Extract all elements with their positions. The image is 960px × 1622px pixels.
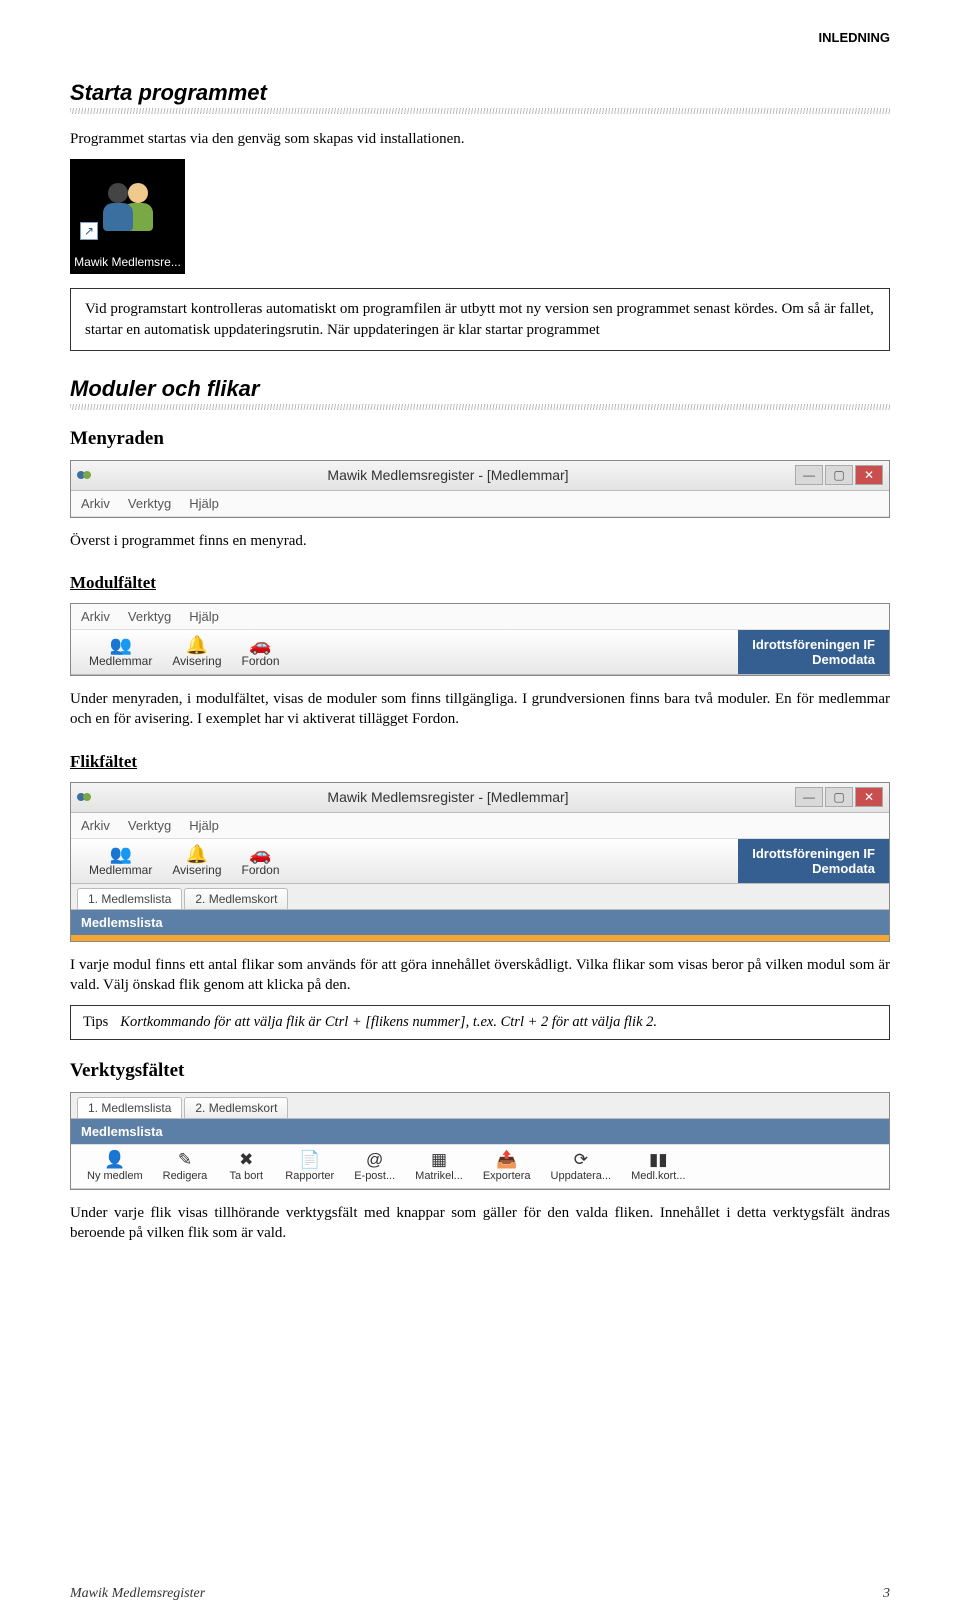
maximize-button[interactable]: ▢ <box>825 465 853 485</box>
window-title: Mawik Medlemsregister - [Medlemmar] <box>101 789 795 805</box>
module-medlemmar[interactable]: 👥Medlemmar <box>79 843 162 879</box>
tool-redigera[interactable]: ✎Redigera <box>153 1149 218 1184</box>
tips-box: Tips Kortkommando för att välja flik är … <box>70 1005 890 1040</box>
tab-title-banner: Medlemslista <box>71 1119 889 1144</box>
close-button[interactable]: ✕ <box>855 787 883 807</box>
bell-icon: 🔔 <box>186 845 208 863</box>
screenshot-modulfaltet: Arkiv Verktyg Hjälp 👥Medlemmar 🔔Aviserin… <box>70 603 890 676</box>
module-medlemmar[interactable]: 👥Medlemmar <box>79 634 162 670</box>
minimize-button[interactable]: — <box>795 465 823 485</box>
report-icon: 📄 <box>299 1151 320 1170</box>
module-fordon[interactable]: 🚗Fordon <box>232 843 290 879</box>
tab-medlemslista[interactable]: 1. Medlemslista <box>77 1097 182 1118</box>
maximize-button[interactable]: ▢ <box>825 787 853 807</box>
screenshot-flikfaltet: Mawik Medlemsregister - [Medlemmar] — ▢ … <box>70 782 890 942</box>
caption-modulfaltet: Under menyraden, i modulfältet, visas de… <box>70 689 890 730</box>
heading-flikfaltet: Flikfältet <box>70 752 890 772</box>
section-divider <box>70 404 890 410</box>
menu-hjalp[interactable]: Hjälp <box>189 496 219 511</box>
tool-ny-medlem[interactable]: 👤Ny medlem <box>77 1149 153 1184</box>
intro-text: Programmet startas via den genväg som sk… <box>70 129 890 149</box>
section-title-starta: Starta programmet <box>70 80 890 106</box>
tool-matrikel[interactable]: ▦Matrikel... <box>405 1149 473 1184</box>
menu-arkiv[interactable]: Arkiv <box>81 609 110 624</box>
tool-exportera[interactable]: 📤Exportera <box>473 1149 541 1184</box>
caption-flikfaltet: I varje modul finns ett antal flikar som… <box>70 955 890 996</box>
app-icon <box>77 466 95 484</box>
page-number: 3 <box>883 1586 890 1602</box>
car-icon: 🚗 <box>249 636 271 654</box>
grid-icon: ▦ <box>431 1151 447 1170</box>
orange-divider <box>71 935 889 941</box>
module-avisering[interactable]: 🔔Avisering <box>162 843 231 879</box>
menu-verktyg[interactable]: Verktyg <box>128 609 171 624</box>
tab-title-banner: Medlemslista <box>71 910 889 935</box>
edit-icon: ✎ <box>178 1151 192 1170</box>
refresh-icon: ⟳ <box>574 1151 588 1170</box>
info-box-programstart: Vid programstart kontrolleras automatisk… <box>70 288 890 351</box>
menu-verktyg[interactable]: Verktyg <box>128 818 171 833</box>
people-icon: 👥 <box>109 636 131 654</box>
tab-medlemslista[interactable]: 1. Medlemslista <box>77 888 182 909</box>
section-title-moduler: Moduler och flikar <box>70 376 890 402</box>
minimize-button[interactable]: — <box>795 787 823 807</box>
section-divider <box>70 108 890 114</box>
module-avisering[interactable]: 🔔Avisering <box>162 634 231 670</box>
screenshot-menyraden: Mawik Medlemsregister - [Medlemmar] — ▢ … <box>70 460 890 518</box>
delete-icon: ✖ <box>239 1151 253 1170</box>
heading-verktygsfaltet: Verktygsfältet <box>70 1060 890 1082</box>
car-icon: 🚗 <box>249 845 271 863</box>
close-button[interactable]: ✕ <box>855 465 883 485</box>
menu-hjalp[interactable]: Hjälp <box>189 818 219 833</box>
email-icon: @ <box>366 1151 383 1170</box>
people-icon: 👥 <box>109 845 131 863</box>
desktop-shortcut: ↗ Mawik Medlemsre... <box>70 159 185 274</box>
tab-medlemskort[interactable]: 2. Medlemskort <box>184 1097 288 1118</box>
tips-label: Tips <box>83 1014 108 1031</box>
bell-icon: 🔔 <box>186 636 208 654</box>
heading-menyraden: Menyraden <box>70 428 890 450</box>
heading-modulfaltet: Modulfältet <box>70 573 890 593</box>
app-icon <box>77 788 95 806</box>
module-fordon[interactable]: 🚗Fordon <box>232 634 290 670</box>
tips-text: Kortkommando för att välja flik är Ctrl … <box>120 1014 877 1031</box>
menu-verktyg[interactable]: Verktyg <box>128 496 171 511</box>
barcode-icon: ▮▮ <box>649 1151 668 1170</box>
org-name-banner: Idrottsföreningen IF Demodata <box>738 630 889 674</box>
footer-title: Mawik Medlemsregister <box>70 1586 205 1602</box>
org-name-banner: Idrottsföreningen IF Demodata <box>738 839 889 883</box>
tab-medlemskort[interactable]: 2. Medlemskort <box>184 888 288 909</box>
caption-verktygsfaltet: Under varje flik visas tillhörande verkt… <box>70 1203 890 1244</box>
screenshot-verktygsfaltet: 1. Medlemslista 2. Medlemskort Medlemsli… <box>70 1092 890 1190</box>
tool-ta-bort[interactable]: ✖Ta bort <box>217 1149 275 1184</box>
page-header-label: INLEDNING <box>70 30 890 45</box>
tool-uppdatera[interactable]: ⟳Uppdatera... <box>541 1149 622 1184</box>
tool-epost[interactable]: @E-post... <box>344 1149 405 1184</box>
menu-arkiv[interactable]: Arkiv <box>81 496 110 511</box>
menu-hjalp[interactable]: Hjälp <box>189 609 219 624</box>
tool-medlkort[interactable]: ▮▮Medl.kort... <box>621 1149 695 1184</box>
window-title: Mawik Medlemsregister - [Medlemmar] <box>101 467 795 483</box>
export-icon: 📤 <box>496 1151 517 1170</box>
shortcut-label: Mawik Medlemsre... <box>74 255 181 274</box>
menu-arkiv[interactable]: Arkiv <box>81 818 110 833</box>
shortcut-arrow-icon: ↗ <box>80 222 98 240</box>
user-icon: 👤 <box>104 1151 125 1170</box>
caption-menyraden: Överst i programmet finns en menyrad. <box>70 531 890 551</box>
tool-rapporter[interactable]: 📄Rapporter <box>275 1149 344 1184</box>
